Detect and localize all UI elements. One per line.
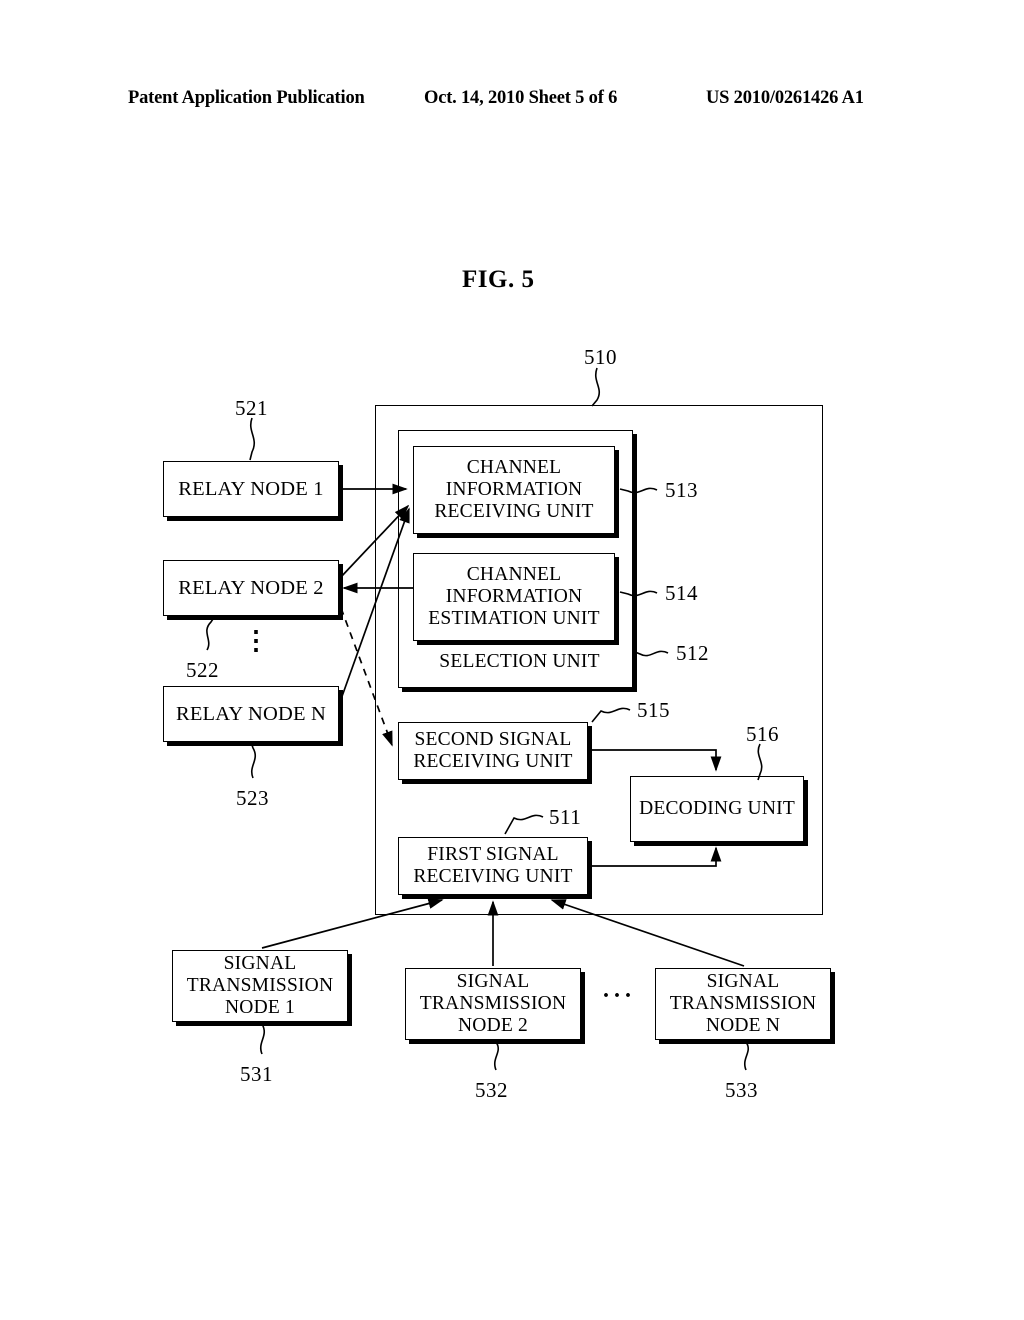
ref-513: 513 [665, 478, 698, 502]
patent-figure-page: Patent Application Publication Oct. 14, … [0, 0, 1024, 1320]
signal-transmission-node-2-label: SIGNAL TRANSMISSION NODE 2 [419, 971, 567, 1036]
decoding-unit-label: DECODING UNIT [639, 798, 795, 820]
signal-transmission-node-1-label: SIGNAL TRANSMISSION NODE 1 [186, 953, 334, 1018]
ref-532: 532 [475, 1078, 508, 1102]
relay-node-2-label: RELAY NODE 2 [178, 576, 324, 599]
channel-information-receiving-unit-label: CHANNEL INFORMATION RECEIVING UNIT [434, 457, 594, 522]
channel-information-estimation-unit-box: CHANNEL INFORMATION ESTIMATION UNIT [413, 553, 615, 641]
ref-512: 512 [676, 641, 709, 665]
header-patent-number: US 2010/0261426 A1 [706, 88, 864, 108]
signal-transmission-node-1-box: SIGNAL TRANSMISSION NODE 1 [172, 950, 348, 1022]
signal-transmission-node-n-box: SIGNAL TRANSMISSION NODE N [655, 968, 831, 1040]
second-signal-receiving-unit-box: SECOND SIGNAL RECEIVING UNIT [398, 722, 588, 780]
transmission-nodes-horizontal-ellipsis: ··· [602, 983, 636, 1009]
first-signal-receiving-unit-box: FIRST SIGNAL RECEIVING UNIT [398, 837, 588, 895]
ref-522: 522 [186, 658, 219, 682]
relay-node-2-box: RELAY NODE 2 [163, 560, 339, 616]
ref-531: 531 [240, 1062, 273, 1086]
ref-516: 516 [746, 722, 779, 746]
decoding-unit-box: DECODING UNIT [630, 776, 804, 842]
relay-node-n-label: RELAY NODE N [175, 702, 327, 725]
header-date-sheet: Oct. 14, 2010 Sheet 5 of 6 [424, 88, 618, 108]
signal-transmission-node-n-label: SIGNAL TRANSMISSION NODE N [669, 971, 817, 1036]
ref-515: 515 [637, 698, 670, 722]
relay-node-1-box: RELAY NODE 1 [163, 461, 339, 517]
channel-information-receiving-unit-box: CHANNEL INFORMATION RECEIVING UNIT [413, 446, 615, 534]
relay-nodes-vertical-ellipsis: ⋮ [243, 626, 269, 655]
figure-title: FIG. 5 [462, 266, 535, 293]
relay-node-n-box: RELAY NODE N [163, 686, 339, 742]
ref-514: 514 [665, 581, 698, 605]
ref-511: 511 [549, 805, 582, 829]
ref-510: 510 [584, 345, 617, 369]
relay-node-1-label: RELAY NODE 1 [178, 477, 324, 500]
ref-521: 521 [235, 396, 268, 420]
second-signal-receiving-unit-label: SECOND SIGNAL RECEIVING UNIT [413, 729, 573, 772]
signal-transmission-node-2-box: SIGNAL TRANSMISSION NODE 2 [405, 968, 581, 1040]
header-publication-title: Patent Application Publication [128, 88, 365, 108]
selection-unit-label: SELECTION UNIT [439, 651, 600, 673]
ref-523: 523 [236, 786, 269, 810]
first-signal-receiving-unit-label: FIRST SIGNAL RECEIVING UNIT [413, 844, 573, 887]
ref-533: 533 [725, 1078, 758, 1102]
channel-information-estimation-unit-label: CHANNEL INFORMATION ESTIMATION UNIT [428, 564, 600, 629]
